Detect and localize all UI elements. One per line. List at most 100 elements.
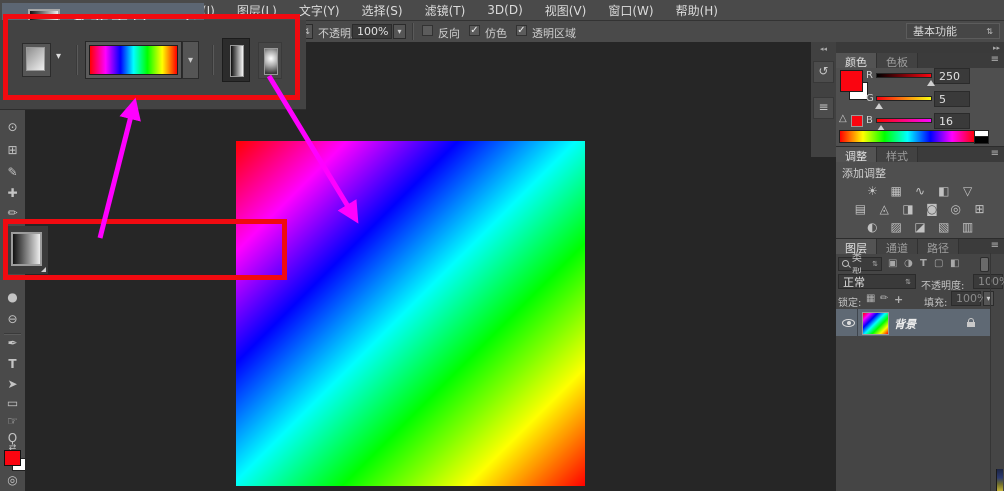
history-panel-icon[interactable]: ↺	[813, 61, 834, 83]
panel-scroll-gutter	[990, 253, 991, 491]
opacity-dropdown-button[interactable]: ▾	[393, 24, 406, 39]
color-lookup-icon[interactable]: ⊞	[970, 202, 990, 216]
shape-tool-icon[interactable]: ▭	[0, 396, 25, 410]
menu-select[interactable]: 选择(S)	[351, 2, 414, 19]
add-adjustment-title: 添加调整	[842, 167, 886, 180]
filter-kind-shape-icon[interactable]: ▢	[934, 258, 943, 269]
quick-selection-tool-icon[interactable]: ⊙	[0, 120, 25, 134]
dither-checkbox[interactable]: ✓	[469, 25, 480, 36]
photo-filter-icon[interactable]: ◙	[922, 202, 942, 216]
dropdown-arrow-icon: ▾	[397, 27, 402, 36]
fill-value[interactable]: 100%	[951, 291, 987, 306]
lock-label: 锁定:	[838, 298, 862, 309]
exposure-icon[interactable]: ◧	[934, 184, 954, 198]
updown-icon: ⇅	[905, 277, 911, 286]
document-canvas[interactable]	[236, 141, 585, 486]
menu-help[interactable]: 帮助(H)	[665, 2, 729, 19]
gradient-map-icon[interactable]: ▥	[958, 220, 978, 234]
green-slider[interactable]	[875, 96, 932, 109]
menu-window[interactable]: 窗口(W)	[597, 2, 664, 19]
reverse-checkbox[interactable]	[422, 25, 433, 36]
eyedropper-tool-icon[interactable]: ✎	[0, 165, 25, 179]
tab-adjustments[interactable]: 调整	[836, 147, 877, 163]
panel-menu-icon[interactable]: ≡	[991, 239, 1004, 254]
opacity-value[interactable]: 100%	[352, 24, 392, 39]
blue-value-field[interactable]: 16	[934, 113, 970, 129]
updown-icon: ⇅	[986, 26, 993, 36]
color-balance-icon[interactable]: ◬	[874, 202, 894, 216]
search-icon	[842, 260, 849, 268]
tab-swatches[interactable]: 色板	[877, 53, 918, 69]
brush-tool-icon[interactable]: ✏	[0, 206, 25, 220]
layer-thumbnail[interactable]	[862, 312, 889, 335]
invert-icon[interactable]: ◐	[862, 220, 882, 234]
panel-menu-icon[interactable]: ≡	[991, 53, 1004, 68]
filter-kind-smart-icon[interactable]: ◧	[950, 258, 959, 269]
blend-mode-select[interactable]: 正常 ⇅	[838, 274, 916, 289]
gamut-swatch[interactable]	[851, 115, 863, 127]
layer-name[interactable]: 背景	[894, 316, 916, 332]
properties-panel-icon[interactable]: ≡	[813, 97, 834, 119]
layer-filter-select[interactable]: 类型 ⇅	[838, 253, 882, 279]
fill-dropdown-button[interactable]: ▾	[983, 291, 994, 306]
pen-tool-icon[interactable]: ✒	[0, 336, 25, 350]
workspace-switcher[interactable]: 基本功能 ⇅	[906, 23, 1000, 39]
vibrance-icon[interactable]: ▽	[958, 184, 978, 198]
background-image-sliver	[996, 469, 1003, 491]
brightness-contrast-icon[interactable]: ☀	[862, 184, 882, 198]
tab-styles[interactable]: 样式	[877, 147, 918, 163]
layer-visibility-eye-icon[interactable]	[842, 319, 855, 327]
black-white-icon[interactable]: ◨	[898, 202, 918, 216]
dither-label: 仿色	[485, 27, 507, 40]
expand-dock-icon[interactable]: ▸▸	[993, 44, 1000, 52]
healing-brush-tool-icon[interactable]: ✚	[0, 186, 25, 200]
green-value-field[interactable]: 5	[934, 91, 970, 107]
panel-menu-icon[interactable]: ≡	[991, 147, 1004, 162]
levels-icon[interactable]: ▦	[886, 184, 906, 198]
type-tool-icon[interactable]: T	[0, 357, 25, 371]
tab-channels[interactable]: 通道	[877, 239, 918, 255]
menu-view[interactable]: 视图(V)	[534, 2, 598, 19]
selective-color-icon[interactable]: ▧	[934, 220, 954, 234]
foreground-color-swatch[interactable]	[4, 450, 21, 466]
tab-color[interactable]: 颜色	[836, 53, 877, 69]
posterize-icon[interactable]: ▨	[886, 220, 906, 234]
filter-toggle-switch[interactable]	[980, 257, 989, 272]
channel-label: R	[866, 70, 873, 81]
filter-kind-image-icon[interactable]: ▣	[888, 258, 897, 269]
green-slider-thumb[interactable]	[875, 103, 883, 109]
hue-saturation-icon[interactable]: ▤	[850, 202, 870, 216]
blur-tool-icon[interactable]: ●	[0, 290, 25, 304]
layer-opacity-value[interactable]: 100%	[973, 274, 1004, 289]
filter-kind-adjustment-icon[interactable]: ◑	[904, 258, 913, 269]
dodge-tool-icon[interactable]: ⊖	[0, 312, 25, 326]
color-spectrum-ramp[interactable]	[839, 130, 976, 143]
threshold-icon[interactable]: ◪	[910, 220, 930, 234]
crop-tool-icon[interactable]: ⊞	[0, 143, 25, 157]
collapse-dock-icon[interactable]: ◂◂	[811, 42, 836, 53]
red-slider[interactable]	[876, 73, 935, 86]
filter-kind-type-icon[interactable]: T	[920, 258, 927, 269]
black-swatch[interactable]	[974, 136, 989, 144]
curves-icon[interactable]: ∿	[910, 184, 930, 198]
layer-opacity-label: 不透明度:	[921, 281, 965, 292]
red-value-field[interactable]: 250	[934, 68, 970, 84]
path-selection-tool-icon[interactable]: ➤	[0, 377, 25, 391]
transparency-label: 透明区域	[532, 27, 576, 40]
adjustments-panel-tabs: 调整 样式 ≡	[836, 147, 1004, 163]
menu-3d[interactable]: 3D(D)	[476, 3, 533, 17]
blue-slider[interactable]	[876, 118, 932, 131]
tab-paths[interactable]: 路径	[918, 239, 959, 255]
lock-transparency-icon[interactable]: ▦	[866, 293, 875, 304]
transparency-checkbox[interactable]: ✓	[516, 25, 527, 36]
gamut-warning-icon[interactable]: △	[839, 113, 847, 124]
layer-lock-icon	[967, 318, 975, 327]
lock-position-icon[interactable]: +	[894, 293, 903, 306]
foreground-color-swatch[interactable]	[840, 70, 863, 92]
quick-mask-icon[interactable]: ◎	[0, 473, 25, 487]
channel-mixer-icon[interactable]: ◎	[946, 202, 966, 216]
layer-row-background[interactable]: 背景	[836, 309, 990, 336]
menu-filter[interactable]: 滤镜(T)	[414, 2, 477, 19]
hand-tool-icon[interactable]: ☞	[0, 414, 25, 428]
lock-pixels-icon[interactable]: ✏	[880, 293, 888, 304]
